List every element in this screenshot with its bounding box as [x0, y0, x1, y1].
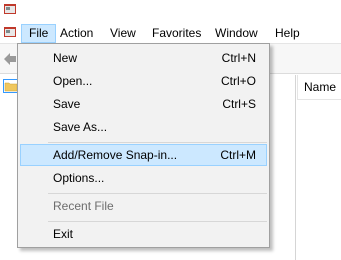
- menu-item-label: Save: [53, 97, 81, 111]
- menu-bar: File Action View Favorites Window Help: [0, 22, 341, 44]
- column-header-name[interactable]: Name: [297, 75, 341, 100]
- menu-item-label: Options...: [53, 171, 105, 185]
- menu-item-shortcut: Ctrl+S: [222, 97, 256, 111]
- menu-item-label: Open...: [53, 74, 93, 88]
- menu-favorites[interactable]: Favorites: [145, 24, 208, 43]
- menu-help[interactable]: Help: [268, 24, 307, 43]
- menu-item-open[interactable]: Open... Ctrl+O: [20, 70, 267, 92]
- menu-separator: [48, 142, 267, 143]
- back-arrow-icon[interactable]: [3, 52, 17, 66]
- menu-window[interactable]: Window: [208, 24, 265, 43]
- menu-item-add-remove-snap-in[interactable]: Add/Remove Snap-in... Ctrl+M: [20, 144, 267, 166]
- menu-item-recent-file: Recent File: [20, 195, 267, 217]
- menu-item-shortcut: Ctrl+O: [220, 74, 256, 88]
- mmc-app-icon[interactable]: [3, 2, 17, 16]
- menu-file[interactable]: File: [21, 24, 57, 43]
- menu-item-options[interactable]: Options...: [20, 167, 267, 189]
- menu-item-label: Recent File: [53, 199, 114, 213]
- menu-item-new[interactable]: New Ctrl+N: [20, 47, 267, 69]
- menu-item-save-as[interactable]: Save As...: [20, 116, 267, 138]
- results-pane[interactable]: Name: [297, 75, 341, 260]
- menu-item-shortcut: Ctrl+N: [221, 51, 256, 65]
- menu-item-label: Add/Remove Snap-in...: [53, 148, 178, 162]
- menu-action[interactable]: Action: [53, 24, 100, 43]
- menu-item-shortcut: Ctrl+M: [220, 148, 256, 162]
- menu-item-exit[interactable]: Exit: [20, 223, 267, 245]
- menu-item-save[interactable]: Save Ctrl+S: [20, 93, 267, 115]
- menu-item-label: New: [53, 51, 78, 65]
- menu-item-label: Save As...: [53, 120, 108, 134]
- menu-separator: [48, 221, 267, 222]
- menu-item-label: Exit: [53, 227, 74, 241]
- title-bar: [0, 0, 341, 22]
- menu-separator: [48, 193, 267, 194]
- console-document-icon[interactable]: [3, 25, 17, 39]
- menu-view[interactable]: View: [103, 24, 143, 43]
- file-menu-dropdown: New Ctrl+N Open... Ctrl+O Save Ctrl+S Sa…: [17, 43, 270, 248]
